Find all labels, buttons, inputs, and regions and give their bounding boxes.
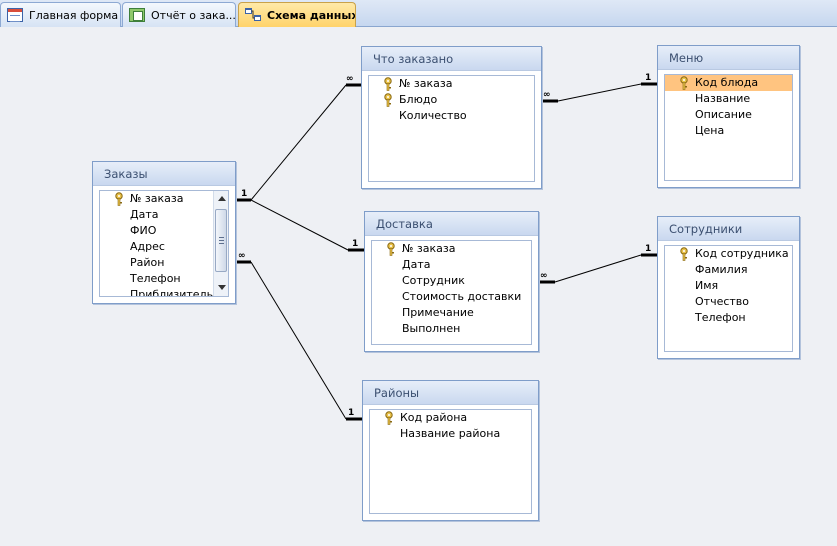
table-title[interactable]: Что заказано (362, 47, 541, 71)
relationship-orders-ordered[interactable]: 1 ∞ (236, 74, 361, 202)
field-district-name[interactable]: Название района (370, 426, 531, 442)
key-icon (384, 93, 392, 107)
field-completed[interactable]: Выполнен (372, 321, 531, 337)
field-label: Сотрудник (402, 274, 465, 287)
relationship-end-label: 1 (645, 73, 651, 83)
field-first-name[interactable]: Имя (665, 278, 792, 294)
field-label: ФИО (130, 224, 157, 237)
field-label: Название района (400, 427, 501, 440)
relationship-end-label: 1 (645, 244, 651, 254)
key-icon (680, 76, 688, 90)
field-label: № заказа (402, 242, 456, 255)
field-label: Количество (399, 109, 467, 122)
relationship-end-label: ∞ (543, 90, 551, 100)
table-orders[interactable]: Заказы № заказа Дата ФИО Адрес Район Тел… (92, 161, 236, 304)
table-menu[interactable]: Меню Код блюда Название Описание Цена (657, 45, 800, 188)
table-title[interactable]: Сотрудники (658, 217, 799, 241)
field-dish[interactable]: Блюдо (369, 92, 534, 108)
field-date[interactable]: Дата (372, 257, 531, 273)
field-last-name[interactable]: Фамилия (665, 262, 792, 278)
key-icon (384, 77, 392, 91)
field-label: Блюдо (399, 93, 438, 106)
field-label: Название (695, 92, 751, 105)
table-employees[interactable]: Сотрудники Код сотрудника Фамилия Имя От… (657, 216, 800, 359)
field-list[interactable]: Код блюда Название Описание Цена (664, 74, 793, 181)
field-employee[interactable]: Сотрудник (372, 273, 531, 289)
field-order-number[interactable]: № заказа (369, 76, 534, 92)
field-district[interactable]: Район (100, 255, 228, 271)
table-ordered[interactable]: Что заказано № заказа Блюдо Количество (361, 46, 542, 189)
field-label: № заказа (130, 192, 184, 205)
field-label: Фамилия (695, 263, 748, 276)
field-price[interactable]: Цена (665, 123, 792, 139)
field-label: № заказа (399, 77, 453, 90)
field-label: Адрес (130, 240, 165, 253)
field-phone[interactable]: Телефон (100, 271, 228, 287)
field-label: Дата (130, 208, 159, 221)
relationship-end-label: 1 (241, 189, 247, 199)
field-patronymic[interactable]: Отчество (665, 294, 792, 310)
relationship-end-label: ∞ (346, 74, 354, 84)
relationship-end-label: ∞ (540, 271, 548, 281)
field-description[interactable]: Описание (665, 107, 792, 123)
field-label: Стоимость доставки (402, 290, 522, 303)
field-district-code[interactable]: Код района (370, 410, 531, 426)
field-delivery-cost[interactable]: Стоимость доставки (372, 289, 531, 305)
table-title[interactable]: Районы (363, 381, 538, 405)
field-order-number[interactable]: № заказа (100, 191, 228, 207)
relationship-orders-districts[interactable]: ∞ 1 (236, 251, 362, 421)
field-label: Описание (695, 108, 752, 121)
field-approximate[interactable]: Приблизительн... (100, 287, 228, 296)
relationship-end-label: ∞ (238, 251, 246, 261)
field-label: Дата (402, 258, 431, 271)
field-label: Район (130, 256, 165, 269)
scroll-up-arrow-icon[interactable] (216, 194, 227, 204)
field-list[interactable]: Код сотрудника Фамилия Имя Отчество Теле… (664, 245, 793, 352)
field-list[interactable]: № заказа Дата ФИО Адрес Район Телефон Пр… (99, 190, 229, 297)
field-label: Код сотрудника (695, 247, 789, 260)
field-list[interactable]: Код района Название района (369, 409, 532, 514)
table-districts[interactable]: Районы Код района Название района (362, 380, 539, 521)
relationship-end-label: 1 (352, 239, 358, 249)
field-label: Выполнен (402, 322, 461, 335)
field-label: Телефон (695, 311, 746, 324)
field-fio[interactable]: ФИО (100, 223, 228, 239)
field-employee-code[interactable]: Код сотрудника (665, 246, 792, 262)
field-label: Имя (695, 279, 719, 292)
table-title[interactable]: Меню (658, 46, 799, 70)
table-delivery[interactable]: Доставка № заказа Дата Сотрудник Стоимос… (364, 211, 539, 352)
field-label: Отчество (695, 295, 750, 308)
scroll-thumb[interactable] (215, 209, 227, 272)
field-label: Телефон (130, 272, 181, 285)
field-order-number[interactable]: № заказа (372, 241, 531, 257)
relationship-ordered-menu[interactable]: ∞ 1 (542, 73, 657, 103)
key-icon (385, 411, 393, 425)
field-list[interactable]: № заказа Блюдо Количество (368, 75, 535, 182)
scroll-down-arrow-icon[interactable] (216, 283, 227, 293)
field-quantity[interactable]: Количество (369, 108, 534, 124)
key-icon (115, 192, 123, 206)
relationship-end-label: 1 (348, 408, 354, 418)
field-name[interactable]: Название (665, 91, 792, 107)
field-date[interactable]: Дата (100, 207, 228, 223)
field-label: Код района (400, 411, 468, 424)
field-note[interactable]: Примечание (372, 305, 531, 321)
field-label: Код блюда (695, 76, 759, 89)
relationship-delivery-employees[interactable]: ∞ 1 (539, 244, 657, 284)
table-title[interactable]: Доставка (365, 212, 538, 236)
table-title[interactable]: Заказы (93, 162, 235, 186)
relationship-orders-delivery[interactable]: 1 (250, 199, 364, 252)
field-label: Цена (695, 124, 725, 137)
key-icon (680, 247, 688, 261)
field-phone[interactable]: Телефон (665, 310, 792, 326)
field-address[interactable]: Адрес (100, 239, 228, 255)
field-list[interactable]: № заказа Дата Сотрудник Стоимость достав… (371, 240, 532, 345)
vertical-scrollbar[interactable] (213, 191, 228, 296)
key-icon (387, 242, 395, 256)
field-dish-code[interactable]: Код блюда (665, 75, 792, 91)
field-label: Примечание (402, 306, 474, 319)
